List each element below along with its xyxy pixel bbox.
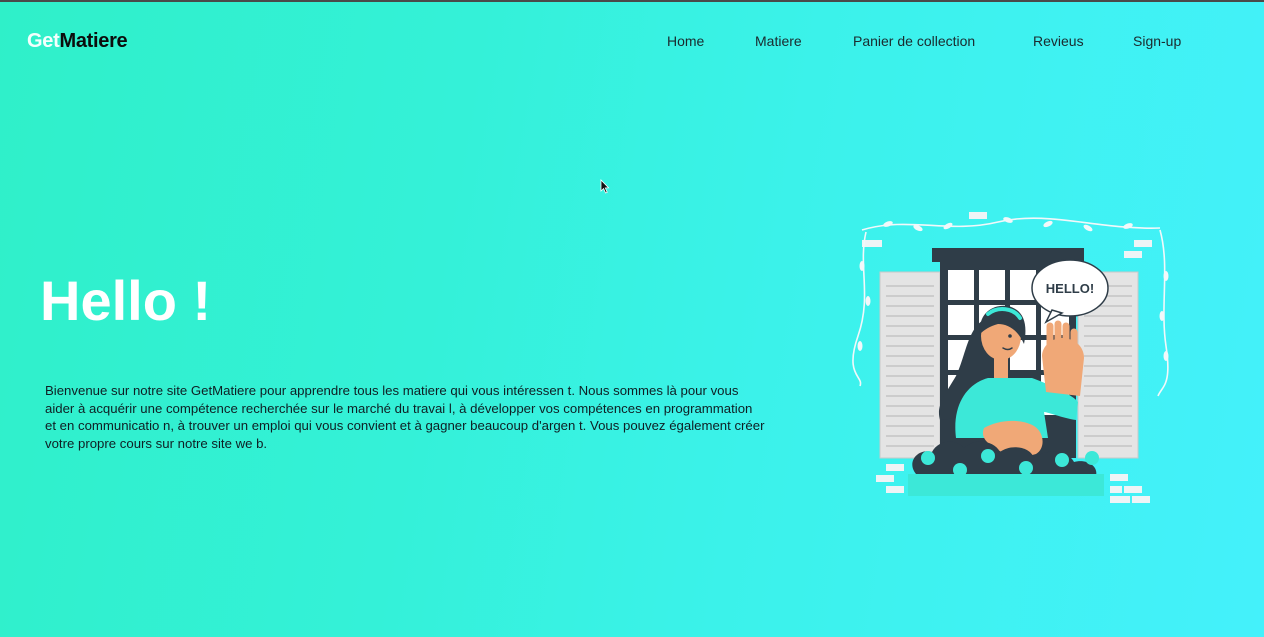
nav-home-link[interactable]: Home [667,33,704,49]
nav-signup-link[interactable]: Sign-up [1133,33,1181,49]
site-logo[interactable]: GetMatiere [27,30,128,53]
window-waving-woman-illustration: HELLO! [852,212,1169,503]
nav-panier-link[interactable]: Panier de collection [853,33,975,49]
nav-matiere-link[interactable]: Matiere [755,33,802,49]
window-shutter-left [879,271,941,459]
mouse-pointer-icon [600,179,610,194]
speech-bubble-text: HELLO! [1046,281,1094,296]
hero-title: Hello ! [40,269,212,332]
nav-revieus-link[interactable]: Revieus [1033,33,1084,49]
hero-description: Bienvenue sur notre site GetMatiere pour… [45,383,765,451]
navbar: GetMatiere Home Matiere Panier de collec… [0,2,1264,72]
logo-get-text: Get [27,30,60,52]
logo-matiere-text: Matiere [59,30,128,52]
